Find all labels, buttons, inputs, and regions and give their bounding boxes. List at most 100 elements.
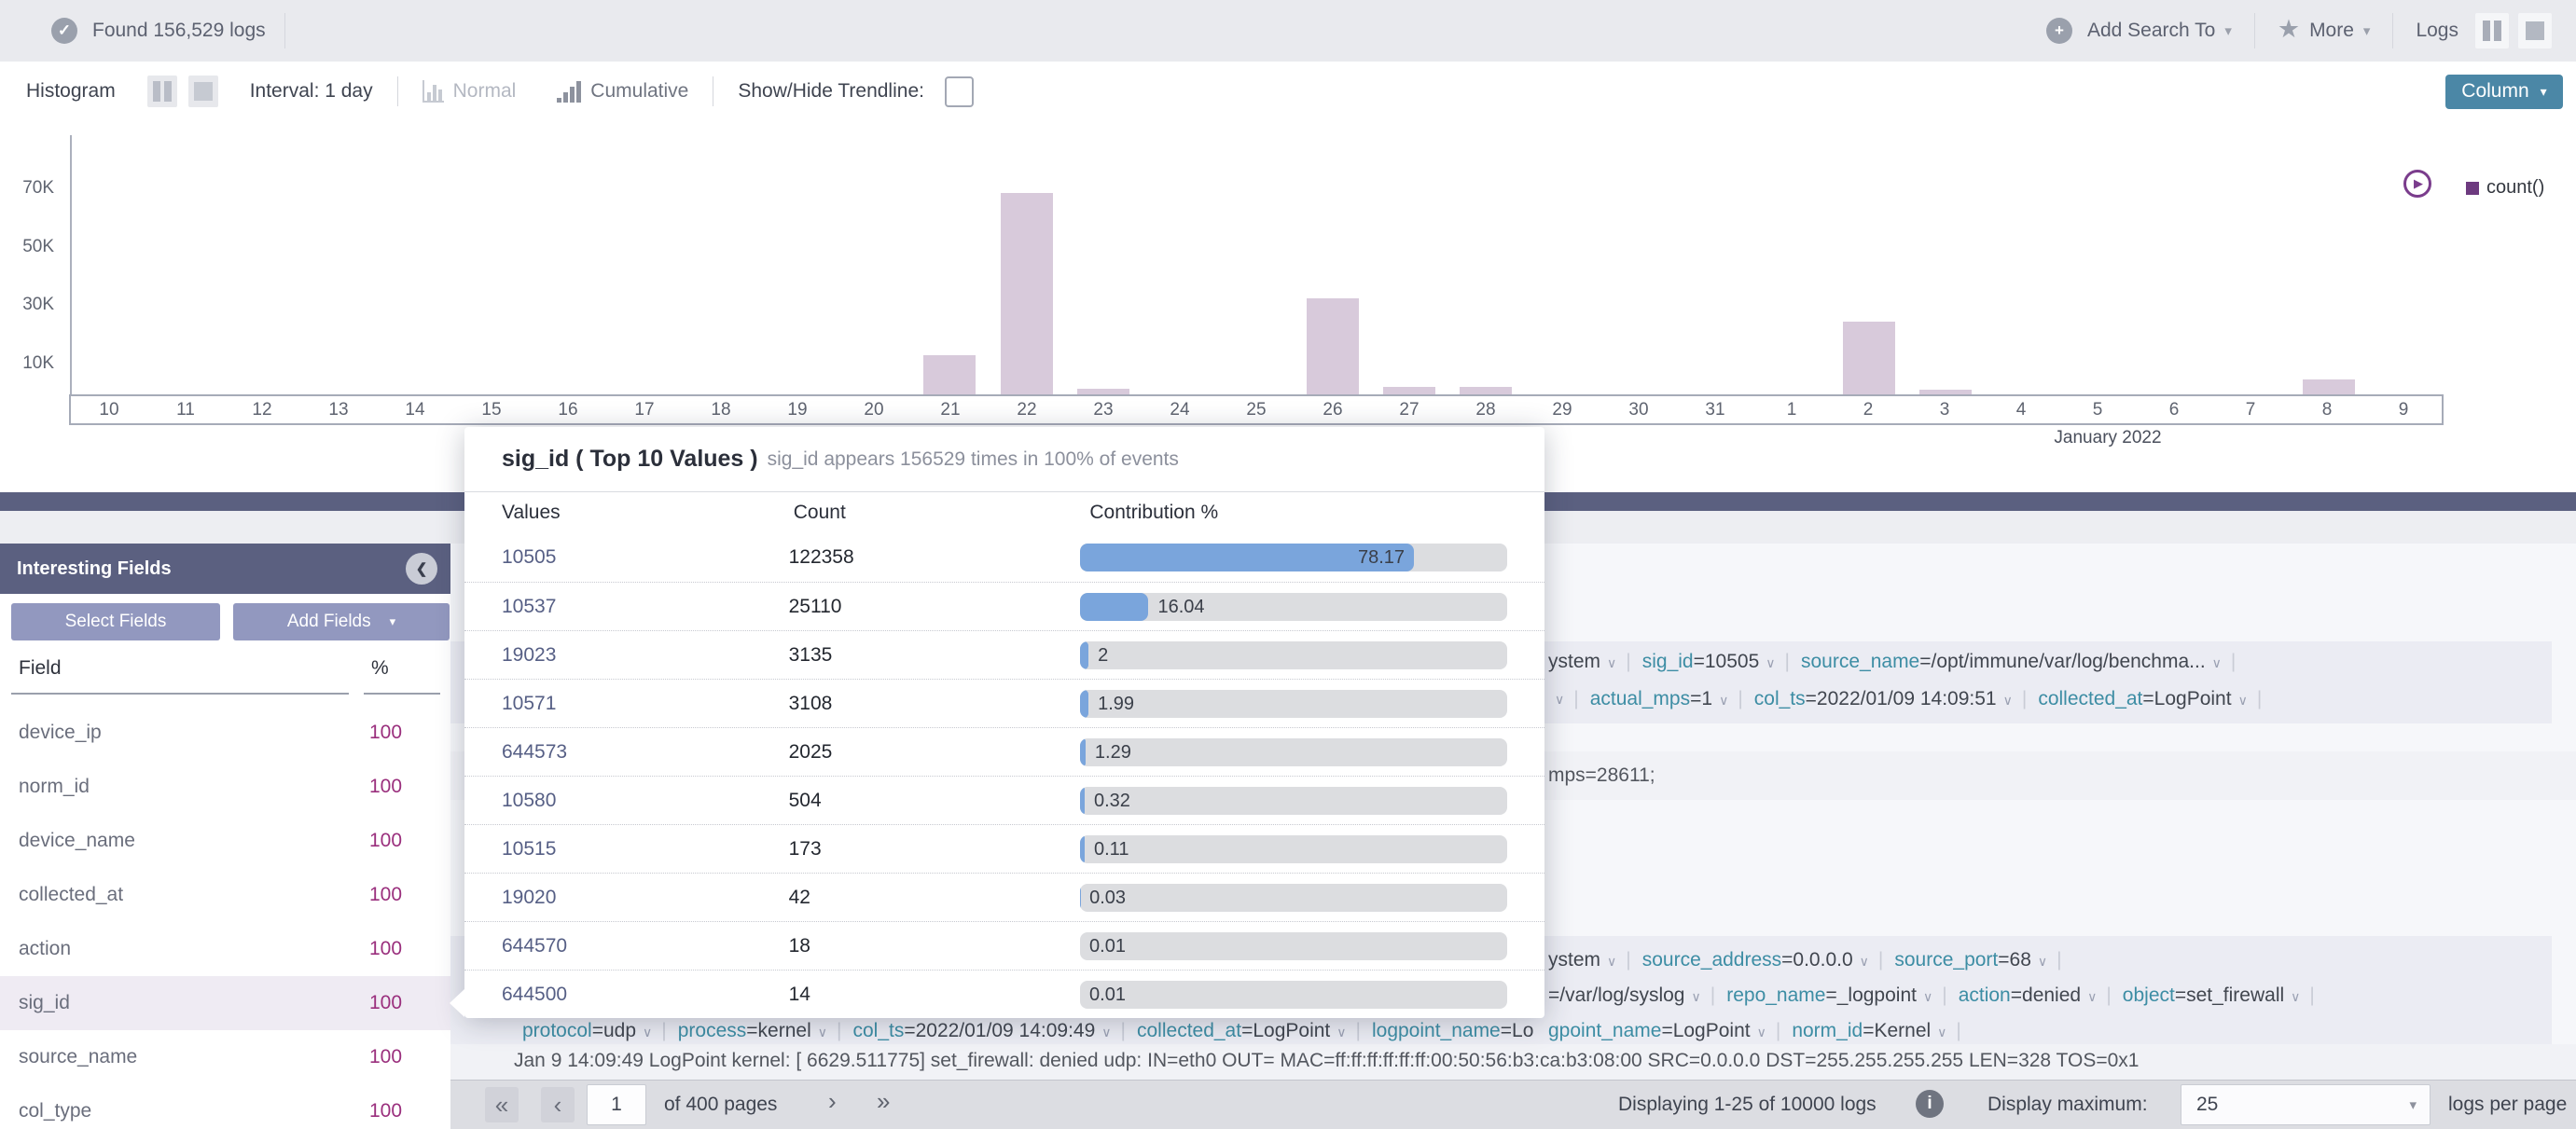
log-raw-text[interactable]: mps=28611;: [1548, 764, 1655, 787]
log-field-tag[interactable]: process=kernel∨: [678, 1020, 827, 1042]
histogram-bar[interactable]: [923, 355, 976, 394]
columns-view-button[interactable]: [2475, 13, 2509, 48]
log-field-tag[interactable]: actual_mps=1∨: [1590, 688, 1729, 710]
log-field-tag[interactable]: gpoint_name=LogPoint∨: [1548, 1020, 1766, 1042]
log-field-tag[interactable]: collected_at=LogPoint∨: [2038, 688, 2248, 710]
x-axis-tick: 28: [1447, 400, 1524, 420]
field-row-norm_id[interactable]: norm_id100: [0, 760, 450, 814]
log-field-tag[interactable]: source_address=0.0.0.0∨: [1642, 949, 1869, 971]
log-field-tag-cut[interactable]: =/var/log/syslog∨: [1548, 984, 1701, 1007]
log-field-tag[interactable]: source_port=68∨: [1894, 949, 2047, 971]
page-number-input[interactable]: [587, 1084, 646, 1125]
contribution-track: 0.11: [1080, 835, 1507, 863]
top-values-row[interactable]: 644570180.01: [464, 921, 1544, 970]
contribution-label: 0.01: [1089, 984, 1126, 1006]
top-values-row[interactable]: 1902331352: [464, 630, 1544, 679]
log-field-tag[interactable]: protocol=udp∨: [522, 1020, 652, 1042]
log-field-tag-cut[interactable]: ystem∨: [1548, 651, 1616, 673]
x-axis-tick: 5: [2059, 400, 2136, 420]
top-value-count: 25110: [789, 596, 1080, 618]
last-page-button[interactable]: »: [877, 1087, 890, 1116]
trendline-label: Show/Hide Trendline:: [738, 80, 924, 103]
histogram-bar[interactable]: [1383, 387, 1435, 394]
info-icon[interactable]: i: [1916, 1090, 1944, 1118]
more-button[interactable]: More: [2309, 20, 2354, 42]
log-field-tag[interactable]: action=denied∨: [1959, 984, 2098, 1007]
chevron-down-icon[interactable]: ▾: [2363, 22, 2371, 39]
contribution-label: 16.04: [1157, 597, 1204, 618]
add-fields-label: Add Fields: [287, 612, 371, 632]
first-page-button[interactable]: «: [485, 1087, 519, 1122]
field-row-col_type[interactable]: col_type100: [0, 1084, 450, 1129]
normal-toggle[interactable]: Normal: [453, 80, 517, 103]
histogram-bar[interactable]: [1307, 298, 1359, 394]
top-values-row[interactable]: 64457320251.29: [464, 727, 1544, 776]
result-count: Found 156,529 logs: [92, 20, 266, 42]
select-fields-button[interactable]: Select Fields: [11, 603, 220, 640]
add-fields-button[interactable]: Add Fields ▾: [233, 603, 450, 640]
chevron-down-icon[interactable]: ▾: [2224, 22, 2232, 39]
tag-separator: |: [1626, 949, 1630, 971]
log-field-tag[interactable]: col_ts=2022/01/09 14:09:51∨: [1754, 688, 2013, 710]
histogram-bar[interactable]: [1001, 193, 1053, 394]
top-values-row[interactable]: 19020420.03: [464, 873, 1544, 921]
top-values-row[interactable]: 105151730.11: [464, 824, 1544, 873]
tag-separator: |: [2257, 688, 2262, 710]
divider: [2254, 13, 2255, 48]
x-axis[interactable]: 1011121314151617181920212223242526272829…: [69, 394, 2444, 425]
tag-separator: |: [2057, 949, 2061, 971]
x-axis-tick: 12: [224, 400, 300, 420]
field-name: col_type: [19, 1100, 91, 1122]
log-field-tag-cut[interactable]: ∨: [1548, 692, 1564, 708]
log-field-tag[interactable]: norm_id=Kernel∨: [1792, 1020, 1946, 1042]
log-field-tag[interactable]: col_ts=2022/01/09 14:09:49∨: [852, 1020, 1111, 1042]
star-icon[interactable]: ★: [2278, 15, 2300, 44]
display-maximum-select[interactable]: 25 ▾: [2181, 1084, 2431, 1125]
top-bar: ✓ Found 156,529 logs + Add Search To ▾ ★…: [0, 0, 2576, 62]
y-axis-tick: 10K: [0, 353, 54, 374]
top-values-row[interactable]: 1057131081.99: [464, 679, 1544, 727]
cumulative-chart-icon: [557, 80, 581, 103]
trendline-checkbox[interactable]: [945, 76, 974, 107]
top-value: 644570: [502, 935, 789, 957]
field-row-sig_id[interactable]: sig_id100: [0, 976, 450, 1030]
add-search-to-button[interactable]: Add Search To: [2087, 20, 2215, 42]
top-value: 10571: [502, 693, 789, 715]
play-button[interactable]: ▶: [2403, 170, 2431, 198]
top-values-row[interactable]: 644500140.01: [464, 970, 1544, 1018]
tag-separator: |: [2231, 651, 2236, 673]
log-field-tag[interactable]: collected_at=LogPoint∨: [1137, 1020, 1347, 1042]
column-type-button[interactable]: Column ▾: [2445, 75, 2563, 109]
histogram-bar[interactable]: [1843, 322, 1895, 394]
tag-separator: |: [1710, 984, 1715, 1007]
log-field-tag[interactable]: object=set_firewall∨: [2123, 984, 2301, 1007]
contribution-label: 0.03: [1089, 888, 1126, 909]
field-row-action[interactable]: action100: [0, 922, 450, 976]
previous-page-button[interactable]: ‹: [541, 1087, 575, 1122]
log-field-tag[interactable]: repo_name=_logpoint∨: [1726, 984, 1932, 1007]
histogram-bar[interactable]: [1460, 387, 1512, 394]
histogram-split-view-button[interactable]: [147, 76, 177, 107]
field-row-collected_at[interactable]: collected_at100: [0, 868, 450, 922]
field-row-source_name[interactable]: source_name100: [0, 1030, 450, 1084]
top-values-row[interactable]: 1050512235878.17: [464, 533, 1544, 582]
log-field-tag[interactable]: source_name=/opt/immune/var/log/benchma.…: [1801, 651, 2222, 673]
block-view-button[interactable]: [2518, 13, 2552, 48]
cumulative-toggle[interactable]: Cumulative: [590, 80, 688, 103]
field-row-device_name[interactable]: device_name100: [0, 814, 450, 868]
log-field-tag[interactable]: logpoint_name=LogPoint∨: [1372, 1020, 1534, 1042]
log-field-tag-cut[interactable]: ystem∨: [1548, 949, 1616, 971]
interval-label[interactable]: Interval: 1 day: [250, 80, 373, 103]
log-raw-text[interactable]: Jan 9 14:09:49 LogPoint kernel: [ 6629.5…: [514, 1050, 2139, 1072]
field-row-device_ip[interactable]: device_ip100: [0, 706, 450, 760]
top-values-row[interactable]: 105805040.32: [464, 776, 1544, 824]
next-page-button[interactable]: ›: [828, 1087, 837, 1116]
count-column-header: Count: [794, 502, 1090, 524]
x-axis-tick: 20: [836, 400, 912, 420]
collapse-panel-button[interactable]: ❮: [406, 553, 437, 585]
log-field-tag[interactable]: sig_id=10505∨: [1642, 651, 1776, 673]
x-axis-tick: 16: [530, 400, 606, 420]
top-values-row[interactable]: 105372511016.04: [464, 582, 1544, 630]
histogram-solid-view-button[interactable]: [188, 76, 218, 107]
histogram-bar[interactable]: [2303, 379, 2355, 394]
